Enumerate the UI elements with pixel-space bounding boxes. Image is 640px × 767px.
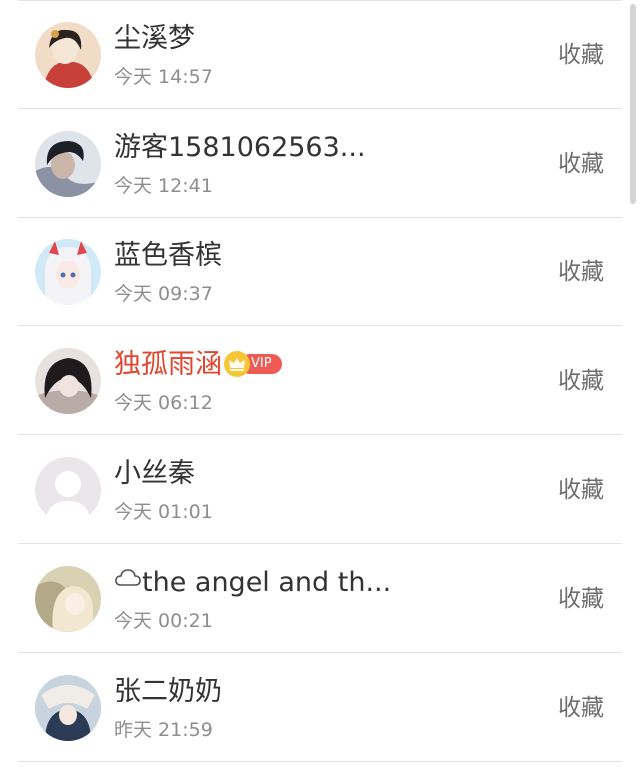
timestamp: 昨天 21:59 bbox=[114, 719, 213, 741]
user-name[interactable]: 游客1581062563... bbox=[114, 130, 366, 166]
collect-button[interactable]: 收藏 bbox=[558, 692, 604, 724]
crown-icon bbox=[224, 350, 250, 377]
vip-badge: VIP bbox=[224, 350, 282, 377]
list-item[interactable]: 小丝秦 今天 01:01 收藏 bbox=[18, 436, 622, 544]
collect-button[interactable]: 收藏 bbox=[558, 256, 604, 288]
collect-button[interactable]: 收藏 bbox=[558, 365, 604, 397]
avatar[interactable] bbox=[35, 457, 101, 523]
avatar[interactable] bbox=[35, 566, 101, 632]
favorites-user-list: 尘溪梦 今天 14:57 收藏 游客1581062563... 今天 12:41… bbox=[0, 0, 640, 767]
collect-button[interactable]: 收藏 bbox=[558, 39, 604, 71]
list-item[interactable]: 蓝色香槟 今天 09:37 收藏 bbox=[18, 218, 622, 326]
avatar[interactable] bbox=[35, 675, 101, 741]
user-name[interactable]: 尘溪梦 bbox=[114, 21, 195, 57]
user-name[interactable]: the angel and th... bbox=[114, 565, 391, 601]
timestamp: 今天 06:12 bbox=[114, 392, 213, 414]
timestamp: 今天 01:01 bbox=[114, 501, 213, 523]
list-item[interactable]: the angel and th... 今天 00:21 收藏 bbox=[18, 545, 622, 653]
user-name[interactable]: 独孤雨涵 VIP bbox=[114, 347, 282, 383]
user-name[interactable]: 蓝色香槟 bbox=[114, 238, 222, 274]
user-name[interactable]: 小丝秦 bbox=[114, 456, 195, 492]
timestamp: 今天 00:21 bbox=[114, 610, 213, 632]
list-item[interactable]: 张二奶奶 昨天 21:59 收藏 bbox=[18, 654, 622, 762]
list-item[interactable]: 游客1581062563... 今天 12:41 收藏 bbox=[18, 110, 622, 218]
user-name-text: the angel and th... bbox=[142, 567, 392, 598]
cloud-icon bbox=[114, 563, 142, 599]
collect-button[interactable]: 收藏 bbox=[558, 148, 604, 180]
scrollbar[interactable] bbox=[630, 4, 636, 204]
avatar[interactable] bbox=[35, 348, 101, 414]
avatar[interactable] bbox=[35, 22, 101, 88]
timestamp: 今天 09:37 bbox=[114, 283, 213, 305]
collect-button[interactable]: 收藏 bbox=[558, 474, 604, 506]
user-name[interactable]: 张二奶奶 bbox=[114, 674, 222, 710]
list-item[interactable]: 尘溪梦 今天 14:57 收藏 bbox=[18, 1, 622, 109]
avatar[interactable] bbox=[35, 131, 101, 197]
avatar[interactable] bbox=[35, 239, 101, 305]
user-name-text: 独孤雨涵 bbox=[114, 349, 222, 380]
list-item[interactable]: 独孤雨涵 VIP 今天 06:12 收藏 bbox=[18, 327, 622, 435]
collect-button[interactable]: 收藏 bbox=[558, 583, 604, 615]
timestamp: 今天 12:41 bbox=[114, 175, 213, 197]
timestamp: 今天 14:57 bbox=[114, 66, 213, 88]
vip-label: VIP bbox=[251, 355, 272, 371]
